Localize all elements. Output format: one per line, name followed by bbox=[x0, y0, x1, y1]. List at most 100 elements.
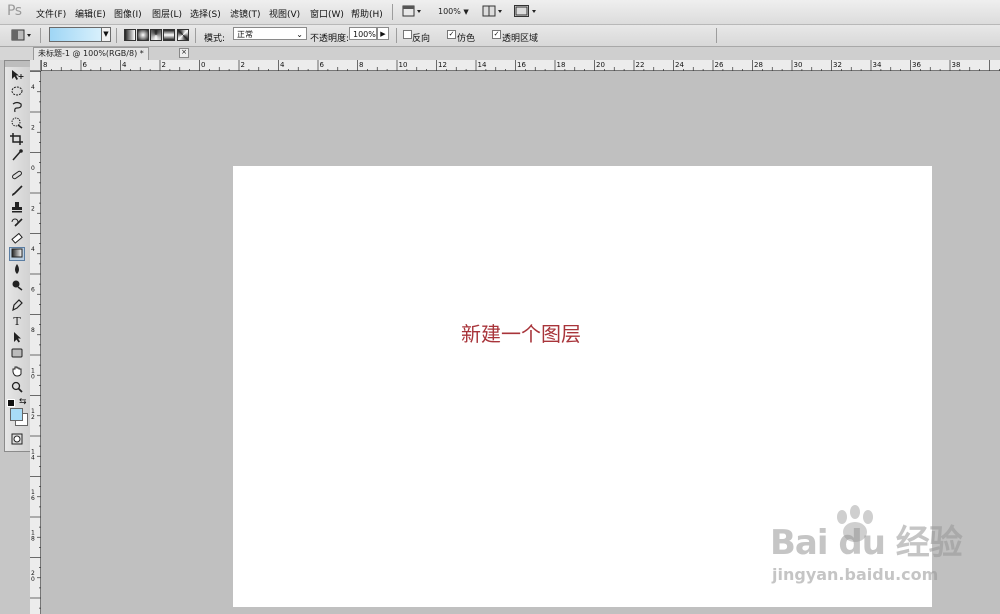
ruler-label: 6 bbox=[320, 61, 325, 69]
launch-bridge-icon[interactable] bbox=[402, 5, 422, 19]
zoom-level[interactable]: 100% ▼ bbox=[438, 7, 469, 16]
ruler-label: 24 bbox=[675, 61, 684, 69]
ruler-label: 8 bbox=[359, 61, 363, 69]
ruler-label: 32 bbox=[833, 61, 842, 69]
toolbox-grip[interactable] bbox=[5, 61, 30, 67]
transparency-checkbox[interactable]: ✓ bbox=[492, 30, 501, 39]
foreground-color-swatch[interactable] bbox=[10, 408, 23, 421]
ruler-label: 8 bbox=[31, 536, 35, 543]
ruler-label: 2 bbox=[241, 61, 245, 69]
watermark-logo: Bai du 经验 bbox=[770, 523, 963, 563]
shape-tool-icon[interactable] bbox=[9, 347, 25, 361]
quick-mask-icon[interactable] bbox=[9, 433, 25, 447]
dither-label: 仿色 bbox=[457, 34, 476, 44]
menu-window[interactable]: 窗口(W) bbox=[310, 7, 344, 20]
menu-separator bbox=[392, 4, 393, 20]
diamond-gradient-button[interactable] bbox=[177, 29, 189, 41]
brush-tool-icon[interactable] bbox=[9, 185, 25, 199]
zoom-value: 100% bbox=[438, 7, 461, 16]
menu-layer[interactable]: 图层(L) bbox=[152, 7, 182, 20]
vertical-ruler[interactable]: 4202468101214161820 bbox=[30, 71, 41, 614]
radial-gradient-button[interactable] bbox=[137, 29, 149, 41]
tool-preset-icon[interactable] bbox=[8, 28, 34, 45]
ruler-label: 14 bbox=[478, 61, 487, 69]
ruler-label: 2 bbox=[31, 125, 35, 132]
ruler-label: 26 bbox=[715, 61, 724, 69]
arrange-documents-icon[interactable] bbox=[482, 5, 504, 19]
screen-mode-icon[interactable] bbox=[514, 5, 538, 19]
menu-help[interactable]: 帮助(H) bbox=[351, 7, 383, 20]
blur-tool-icon[interactable] bbox=[9, 263, 25, 277]
ruler-label: 10 bbox=[399, 61, 408, 69]
quick-selection-tool-icon[interactable] bbox=[9, 117, 25, 131]
dither-checkbox[interactable]: ✓ bbox=[447, 30, 456, 39]
ruler-label: 36 bbox=[912, 61, 921, 69]
path-selection-tool-icon[interactable] bbox=[9, 331, 25, 345]
reverse-checkbox[interactable] bbox=[403, 30, 412, 39]
photoshop-logo: Ps bbox=[7, 3, 22, 19]
opacity-field[interactable]: 100% bbox=[349, 27, 377, 40]
eraser-tool-icon[interactable] bbox=[9, 232, 25, 247]
options-separator bbox=[116, 28, 117, 43]
ruler-label: 4 bbox=[280, 61, 285, 69]
close-icon[interactable]: × bbox=[179, 48, 189, 58]
marquee-tool-icon[interactable] bbox=[9, 85, 25, 99]
options-separator bbox=[396, 28, 397, 43]
zoom-tool-icon[interactable] bbox=[9, 381, 25, 395]
baidu-jingyan-watermark: Bai du 经验 jingyan.baidu.com bbox=[770, 505, 995, 605]
canvas-text-layer: 新建一个图层 bbox=[461, 322, 581, 346]
swap-colors-icon[interactable]: ⇆ bbox=[19, 397, 27, 407]
ruler-label: 6 bbox=[83, 61, 88, 69]
menu-filter[interactable]: 滤镜(T) bbox=[230, 7, 261, 20]
watermark-url: jingyan.baidu.com bbox=[772, 565, 939, 584]
transparency-label: 透明区域 bbox=[502, 34, 539, 44]
chevron-down-icon: ⌄ bbox=[296, 30, 303, 39]
lasso-tool-icon[interactable] bbox=[9, 101, 25, 115]
options-separator bbox=[40, 28, 41, 43]
menu-select[interactable]: 选择(S) bbox=[190, 7, 221, 20]
ruler-label: 16 bbox=[517, 61, 526, 69]
horizontal-ruler[interactable]: 8 6 4 2 0 2 4 6 8 10 12 14 16 18 20 22 24 26 28 30 32 34 36 38 bbox=[41, 60, 1000, 71]
ruler-label: 12 bbox=[438, 61, 447, 69]
opacity-slider-button[interactable]: ▶ bbox=[377, 27, 389, 40]
ruler-label: 4 bbox=[122, 61, 127, 69]
ruler-label: 4 bbox=[31, 246, 35, 253]
ruler-label: 0 bbox=[31, 576, 35, 583]
ruler-origin[interactable] bbox=[30, 60, 41, 71]
hand-tool-icon[interactable] bbox=[9, 365, 25, 379]
ruler-label: 30 bbox=[794, 61, 803, 69]
ruler-label: 6 bbox=[31, 287, 35, 294]
document-tab-bar: 未标题-1 @ 100%(RGB/8) * × bbox=[33, 47, 1000, 60]
options-separator bbox=[716, 28, 717, 43]
crop-tool-icon[interactable] bbox=[9, 133, 25, 147]
reflected-gradient-button[interactable] bbox=[163, 29, 175, 41]
gradient-picker-swatch[interactable] bbox=[49, 27, 102, 42]
options-bar: ▼ 模式: 正常 ⌄ 不透明度: 100% ▶ 反向 ✓ 仿色 ✓ 透明区域 bbox=[0, 25, 1000, 47]
move-tool-icon[interactable] bbox=[9, 69, 25, 83]
history-brush-tool-icon[interactable] bbox=[9, 217, 25, 231]
ruler-label: 0 bbox=[31, 165, 35, 172]
default-colors-icon[interactable] bbox=[7, 399, 15, 407]
clone-stamp-tool-icon[interactable] bbox=[9, 201, 25, 215]
angle-gradient-button[interactable] bbox=[150, 29, 162, 41]
ruler-label: 8 bbox=[43, 61, 47, 69]
eyedropper-tool-icon[interactable] bbox=[9, 149, 25, 163]
menu-edit[interactable]: 编辑(E) bbox=[75, 7, 106, 20]
linear-gradient-button[interactable] bbox=[124, 29, 136, 41]
menu-image[interactable]: 图像(I) bbox=[114, 7, 142, 20]
pen-tool-icon[interactable] bbox=[9, 299, 25, 313]
ruler-label: 2 bbox=[31, 414, 35, 421]
gradient-picker-dropdown[interactable]: ▼ bbox=[101, 27, 111, 42]
ruler-label: 34 bbox=[873, 61, 882, 69]
document-tab[interactable]: 未标题-1 @ 100%(RGB/8) * bbox=[33, 47, 149, 60]
mode-select[interactable]: 正常 ⌄ bbox=[233, 27, 307, 40]
ruler-label: 6 bbox=[31, 495, 35, 502]
dodge-tool-icon[interactable] bbox=[9, 279, 25, 293]
healing-brush-tool-icon[interactable] bbox=[9, 169, 25, 183]
type-tool-icon[interactable]: T bbox=[9, 315, 25, 329]
mode-value: 正常 bbox=[237, 30, 253, 39]
menu-file[interactable]: 文件(F) bbox=[36, 7, 66, 20]
menu-view[interactable]: 视图(V) bbox=[269, 7, 300, 20]
mode-label: 模式: bbox=[204, 34, 226, 44]
gradient-tool-icon[interactable] bbox=[9, 247, 25, 261]
